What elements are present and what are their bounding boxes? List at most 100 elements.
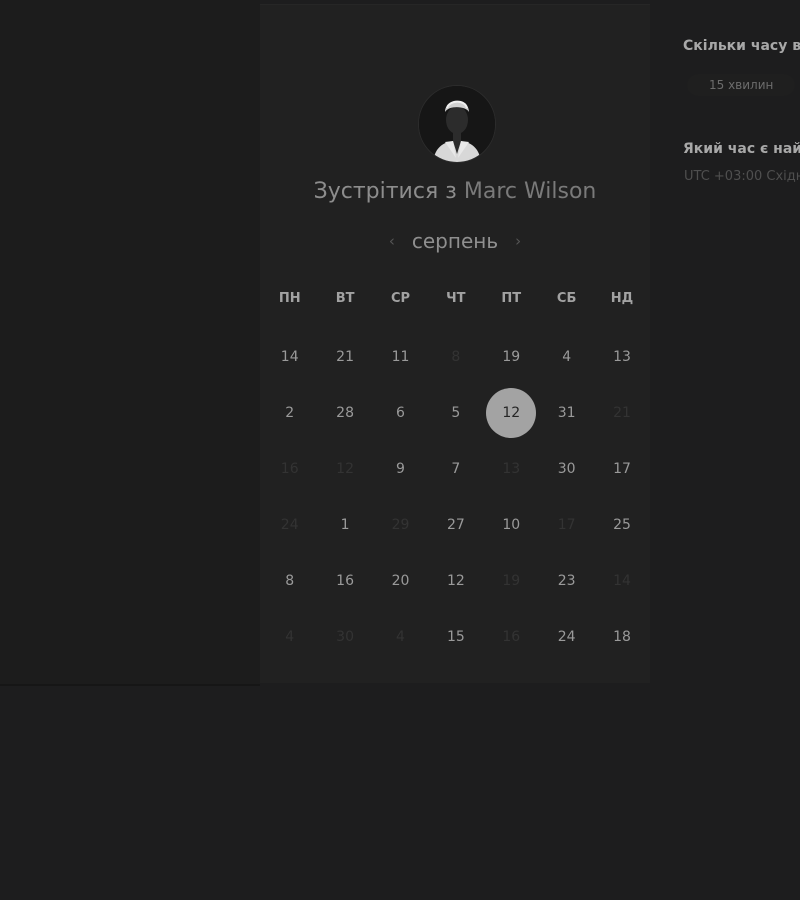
- day-cell[interactable]: 28: [317, 385, 372, 441]
- day-cell[interactable]: 20: [373, 553, 428, 609]
- day-number: 30: [557, 461, 576, 477]
- day-cell: 24: [262, 497, 317, 553]
- weekday-label: ЧТ: [446, 291, 466, 306]
- day-number: 5: [451, 405, 461, 421]
- day-number: 17: [613, 461, 631, 477]
- duration-question: Скільки часу ва: [683, 38, 800, 54]
- day-cell[interactable]: 1: [317, 497, 372, 553]
- day-cell[interactable]: 15: [428, 609, 483, 665]
- day-cell: 16: [484, 609, 539, 665]
- calendar-day-grid: 14 21 11 8 19 4 13 2 28 6 5 12 31 21 16 12 9 7 13 30 17 24 1 29…: [262, 329, 650, 665]
- day-cell: 16: [262, 441, 317, 497]
- day-number: 27: [446, 517, 465, 533]
- day-number: 23: [557, 573, 576, 589]
- day-number: 19: [502, 349, 521, 365]
- day-number: 8: [451, 349, 461, 365]
- weekday-label: ПТ: [501, 291, 522, 306]
- page-title: Зустрітися з Marc Wilson: [260, 179, 650, 204]
- day-number: 13: [502, 461, 521, 477]
- next-month-chevron-icon[interactable]: ›: [512, 232, 524, 250]
- day-number: 9: [396, 461, 405, 477]
- day-cell: 8: [428, 329, 483, 385]
- day-number: 19: [502, 573, 521, 589]
- day-cell: 13: [484, 441, 539, 497]
- day-cell[interactable]: 7: [428, 441, 483, 497]
- day-number: 16: [502, 629, 521, 645]
- day-cell[interactable]: 19: [484, 329, 539, 385]
- day-number: 6: [396, 405, 405, 421]
- day-cell[interactable]: 2: [262, 385, 317, 441]
- day-cell[interactable]: 12: [428, 553, 483, 609]
- day-number: 15: [446, 629, 465, 645]
- day-number: 21: [336, 349, 354, 365]
- weekday-header: ПН ВТ СР ЧТ ПТ СБ НД: [262, 291, 650, 306]
- day-number: 30: [336, 629, 354, 645]
- day-number: 1: [340, 517, 350, 533]
- day-cell[interactable]: 21: [317, 329, 372, 385]
- day-cell[interactable]: 27: [428, 497, 483, 553]
- month-label: серпень: [411, 229, 499, 253]
- day-cell[interactable]: 10: [484, 497, 539, 553]
- day-cell: 30: [317, 609, 372, 665]
- duration-option-button[interactable]: 15 хвилин: [687, 74, 796, 96]
- day-cell: 29: [373, 497, 428, 553]
- day-number: 12: [336, 461, 354, 477]
- prev-month-chevron-icon[interactable]: ‹: [386, 232, 398, 250]
- day-number: 10: [502, 517, 521, 533]
- booking-card: Зустрітися з Marc Wilson ‹ серпень › ПН …: [260, 4, 650, 683]
- selected-day-cell[interactable]: 12: [484, 385, 539, 441]
- day-number: 17: [557, 517, 576, 533]
- day-number: 25: [613, 517, 631, 533]
- day-number: 4: [562, 349, 572, 365]
- timezone-selector[interactable]: UTC +03:00 Східн: [684, 169, 800, 184]
- day-number: 31: [557, 405, 576, 421]
- day-number: 24: [557, 629, 576, 645]
- day-cell[interactable]: 24: [539, 609, 594, 665]
- day-number: 4: [396, 629, 405, 645]
- day-cell[interactable]: 6: [373, 385, 428, 441]
- day-cell[interactable]: 25: [594, 497, 649, 553]
- day-number: 16: [280, 461, 299, 477]
- day-cell: 4: [373, 609, 428, 665]
- day-number: 14: [613, 573, 631, 589]
- day-cell[interactable]: 9: [373, 441, 428, 497]
- weekday-label: НД: [610, 291, 634, 306]
- time-question: Який час є найл: [683, 141, 800, 157]
- day-cell[interactable]: 17: [594, 441, 649, 497]
- day-number: 18: [613, 629, 631, 645]
- day-cell[interactable]: 4: [539, 329, 594, 385]
- weekday-label: ПН: [278, 291, 301, 306]
- day-number: 24: [280, 517, 299, 533]
- host-avatar: [418, 85, 496, 163]
- day-cell[interactable]: 14: [262, 329, 317, 385]
- day-cell[interactable]: 30: [539, 441, 594, 497]
- day-number: 12: [486, 388, 537, 438]
- day-number: 4: [285, 629, 295, 645]
- day-cell[interactable]: 31: [539, 385, 594, 441]
- day-cell[interactable]: 11: [373, 329, 428, 385]
- day-cell[interactable]: 13: [594, 329, 649, 385]
- weekday-label: СР: [390, 291, 411, 306]
- left-panel-background: [0, 0, 260, 686]
- day-number: 14: [280, 349, 299, 365]
- day-cell: 14: [594, 553, 649, 609]
- day-number: 29: [391, 517, 410, 533]
- weekday-label: СБ: [556, 291, 577, 306]
- day-number: 20: [391, 573, 410, 589]
- day-cell[interactable]: 16: [317, 553, 372, 609]
- day-cell[interactable]: 18: [594, 609, 649, 665]
- day-cell[interactable]: 23: [539, 553, 594, 609]
- day-number: 28: [336, 405, 354, 421]
- day-cell[interactable]: 5: [428, 385, 483, 441]
- day-number: 8: [285, 573, 295, 589]
- day-number: 7: [451, 461, 461, 477]
- day-number: 12: [446, 573, 465, 589]
- day-cell: 4: [262, 609, 317, 665]
- day-number: 11: [391, 349, 410, 365]
- day-cell[interactable]: 8: [262, 553, 317, 609]
- weekday-label: ВТ: [335, 291, 355, 306]
- day-cell: 19: [484, 553, 539, 609]
- booking-options-panel: Скільки часу ва 15 хвилин Який час є най…: [683, 0, 800, 300]
- title-prefix: Зустрітися з: [313, 179, 457, 204]
- day-cell: 21: [594, 385, 649, 441]
